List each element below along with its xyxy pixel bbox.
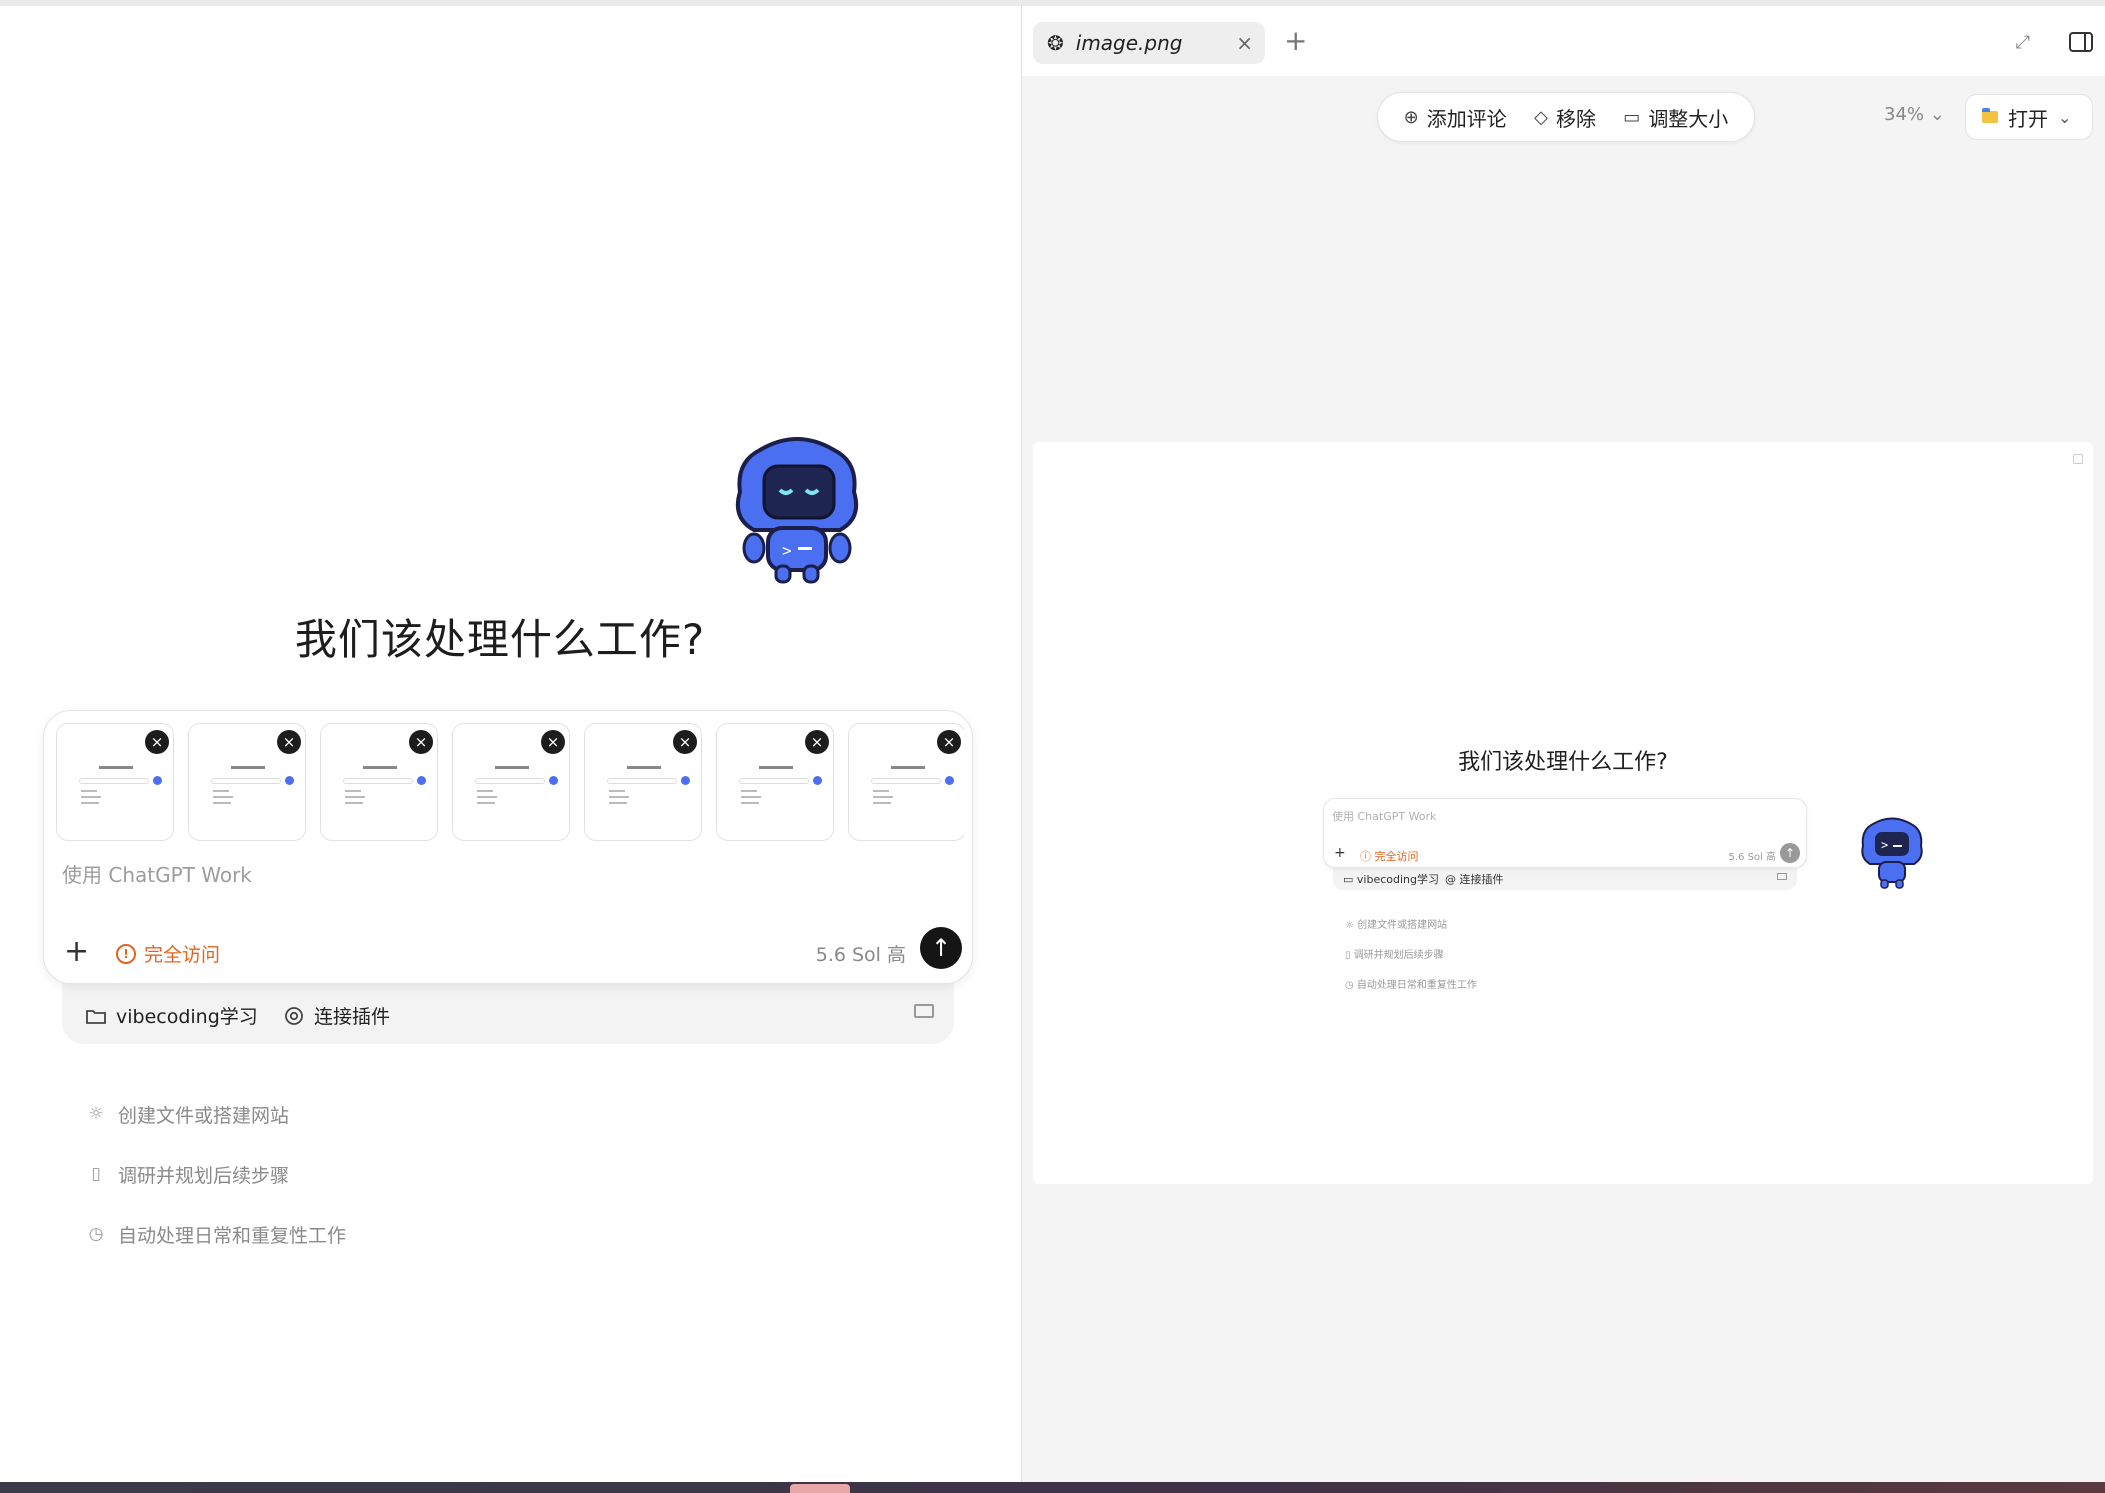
chevron-down-icon: ⌄ <box>1929 104 1945 125</box>
project-label: vibecoding学习 <box>116 1006 258 1028</box>
preview-suggestion-text: 创建文件或搭建网站 <box>1357 920 1448 931</box>
image-preview: 我们该处理什么工作? 使用 ChatGPT Work + ⓘ 完全访问 5.6 … <box>1033 442 2093 1184</box>
preview-send-icon: ↑ <box>1780 843 1800 863</box>
remove-attachment-button[interactable]: × <box>409 730 433 754</box>
folder-icon <box>86 1009 106 1024</box>
message-composer: × × × × × × × 使用 ChatGPT Work + ! 完全访问 5… <box>43 710 973 984</box>
resize-label: 调整大小 <box>1648 106 1729 131</box>
attachment-thumbnail[interactable]: × <box>320 723 438 841</box>
suggestion-item[interactable]: ☼ 创建文件或搭建网站 <box>86 1084 346 1144</box>
sidebar-toggle-icon[interactable] <box>2069 32 2093 52</box>
preview-project: ▭ vibecoding学习 <box>1343 873 1439 886</box>
zoom-value: 34% <box>1884 104 1925 125</box>
attachment-list: × × × × × × × <box>56 723 964 843</box>
preview-plugins-text: 连接插件 <box>1459 873 1504 886</box>
attachment-thumbnail[interactable]: × <box>56 723 174 841</box>
model-selector[interactable]: 5.6 Sol 高 <box>816 940 906 967</box>
taskbar-indicator <box>790 1484 850 1493</box>
suggestion-item[interactable]: ▯ 调研并规划后续步骤 <box>86 1144 346 1204</box>
preview-suggestions: ☼ 创建文件或搭建网站 ▯ 调研并规划后续步骤 ◷ 自动处理日常和重复性工作 <box>1345 916 1477 1006</box>
svg-text:>: > <box>1881 838 1888 852</box>
preview-add-icon: + <box>1334 845 1346 861</box>
app-logo-icon: ❂ <box>1047 31 1064 55</box>
remove-button[interactable]: ◇ 移除 <box>1534 103 1596 132</box>
resize-icon: ▭ <box>1623 106 1641 128</box>
expand-icon[interactable]: ⤢ <box>2016 32 2030 53</box>
remove-attachment-button[interactable]: × <box>805 730 829 754</box>
chevron-down-icon: ⌄ <box>2058 107 2072 127</box>
preview-plugins: @ 连接插件 <box>1445 873 1504 886</box>
remove-attachment-button[interactable]: × <box>937 730 961 754</box>
tab-bar: ❂ image.png × + ⤢ <box>1022 6 2105 76</box>
preview-composer: 使用 ChatGPT Work + ⓘ 完全访问 5.6 Sol 高 ↑ <box>1323 798 1807 868</box>
preview-project-text: vibecoding学习 <box>1356 873 1439 886</box>
suggestion-list: ☼ 创建文件或搭建网站 ▯ 调研并规划后续步骤 ◷ 自动处理日常和重复性工作 <box>86 1084 346 1264</box>
send-button[interactable]: ↑ <box>920 927 962 969</box>
preview-laptop-icon <box>1777 873 1787 880</box>
attachment-thumbnail[interactable]: × <box>716 723 834 841</box>
preview-title: 我们该处理什么工作? <box>1458 750 1668 775</box>
remove-attachment-button[interactable]: × <box>541 730 565 754</box>
warning-icon: ! <box>116 943 136 964</box>
taskbar-strip <box>0 1482 2105 1493</box>
attachment-thumbnail[interactable]: × <box>848 723 964 841</box>
open-label: 打开 <box>2008 106 2048 131</box>
tab-label: image.png <box>1075 31 1183 55</box>
close-tab-icon[interactable]: × <box>1236 31 1253 55</box>
preview-suggestion-text: 调研并规划后续步骤 <box>1353 950 1444 961</box>
corner-icon <box>2073 454 2083 464</box>
open-with-button[interactable]: 打开 ⌄ <box>1965 94 2093 140</box>
connect-plugins-button[interactable]: 连接插件 <box>284 1002 390 1029</box>
preview-robot-icon: > <box>1861 817 1923 889</box>
preview-panel: ❂ image.png × + ⤢ ⊕ 添加评论 ◇ 移除 ▭ 调整大小 34%… <box>1022 6 2105 1482</box>
attachment-thumbnail[interactable]: × <box>188 723 306 841</box>
bulb-icon: ☼ <box>88 1104 104 1124</box>
tab-image[interactable]: ❂ image.png × <box>1033 22 1265 64</box>
new-tab-button[interactable]: + <box>1284 24 1307 57</box>
add-comment-label: 添加评论 <box>1426 106 1507 131</box>
resize-button[interactable]: ▭ 调整大小 <box>1623 103 1728 132</box>
zoom-selector[interactable]: 34% ⌄ <box>1884 104 1945 125</box>
preview-suggestion: ◷ 自动处理日常和重复性工作 <box>1345 980 1477 991</box>
plugins-label: 连接插件 <box>314 1006 391 1028</box>
attachment-thumbnail[interactable]: × <box>452 723 570 841</box>
app-window: > 我们该处理什么工作? × × × × × × × 使用 ChatGPT Wo… <box>0 6 2105 1482</box>
access-mode-button[interactable]: ! 完全访问 <box>116 940 220 967</box>
suggestion-label: 创建文件或搭建网站 <box>118 1104 290 1127</box>
remove-attachment-button[interactable]: × <box>277 730 301 754</box>
preview-access-label: ⓘ 完全访问 <box>1360 850 1419 863</box>
clock-icon: ◷ <box>88 1224 104 1244</box>
at-sign-icon <box>285 1006 303 1025</box>
remove-label: 移除 <box>1555 106 1596 131</box>
add-comment-button[interactable]: ⊕ 添加评论 <box>1404 103 1507 132</box>
preview-model-label: 5.6 Sol 高 <box>1728 852 1776 863</box>
access-mode-label: 完全访问 <box>144 944 221 966</box>
suggestion-item[interactable]: ◷ 自动处理日常和重复性工作 <box>86 1204 346 1264</box>
eraser-icon: ◇ <box>1534 106 1548 128</box>
project-selector[interactable]: vibecoding学习 <box>86 1002 258 1029</box>
preview-suggestion: ▯ 调研并规划后续步骤 <box>1345 950 1444 961</box>
add-button[interactable]: + <box>64 937 89 967</box>
robot-mascot-icon: > <box>735 437 859 584</box>
image-toolbar: ⊕ 添加评论 ◇ 移除 ▭ 调整大小 <box>1377 92 1755 142</box>
preview-suggestion: ☼ 创建文件或搭建网站 <box>1345 920 1448 931</box>
attachment-thumbnail[interactable]: × <box>584 723 702 841</box>
laptop-icon[interactable] <box>914 1004 934 1018</box>
preview-access-text: 完全访问 <box>1374 850 1419 863</box>
preview-placeholder: 使用 ChatGPT Work <box>1332 810 1437 823</box>
suggestion-label: 自动处理日常和重复性工作 <box>118 1224 347 1247</box>
message-input[interactable]: 使用 ChatGPT Work <box>62 859 252 888</box>
remove-attachment-button[interactable]: × <box>145 730 169 754</box>
preview-suggestion-text: 自动处理日常和重复性工作 <box>1356 980 1477 991</box>
suggestion-label: 调研并规划后续步骤 <box>118 1164 290 1187</box>
remove-attachment-button[interactable]: × <box>673 730 697 754</box>
chat-panel: > 我们该处理什么工作? × × × × × × × 使用 ChatGPT Wo… <box>0 6 1021 1482</box>
page-title: 我们该处理什么工作? <box>294 615 706 664</box>
folder-app-icon <box>1982 108 1998 123</box>
book-icon: ▯ <box>91 1164 101 1184</box>
svg-text:>: > <box>782 541 792 560</box>
comment-plus-icon: ⊕ <box>1403 106 1419 128</box>
